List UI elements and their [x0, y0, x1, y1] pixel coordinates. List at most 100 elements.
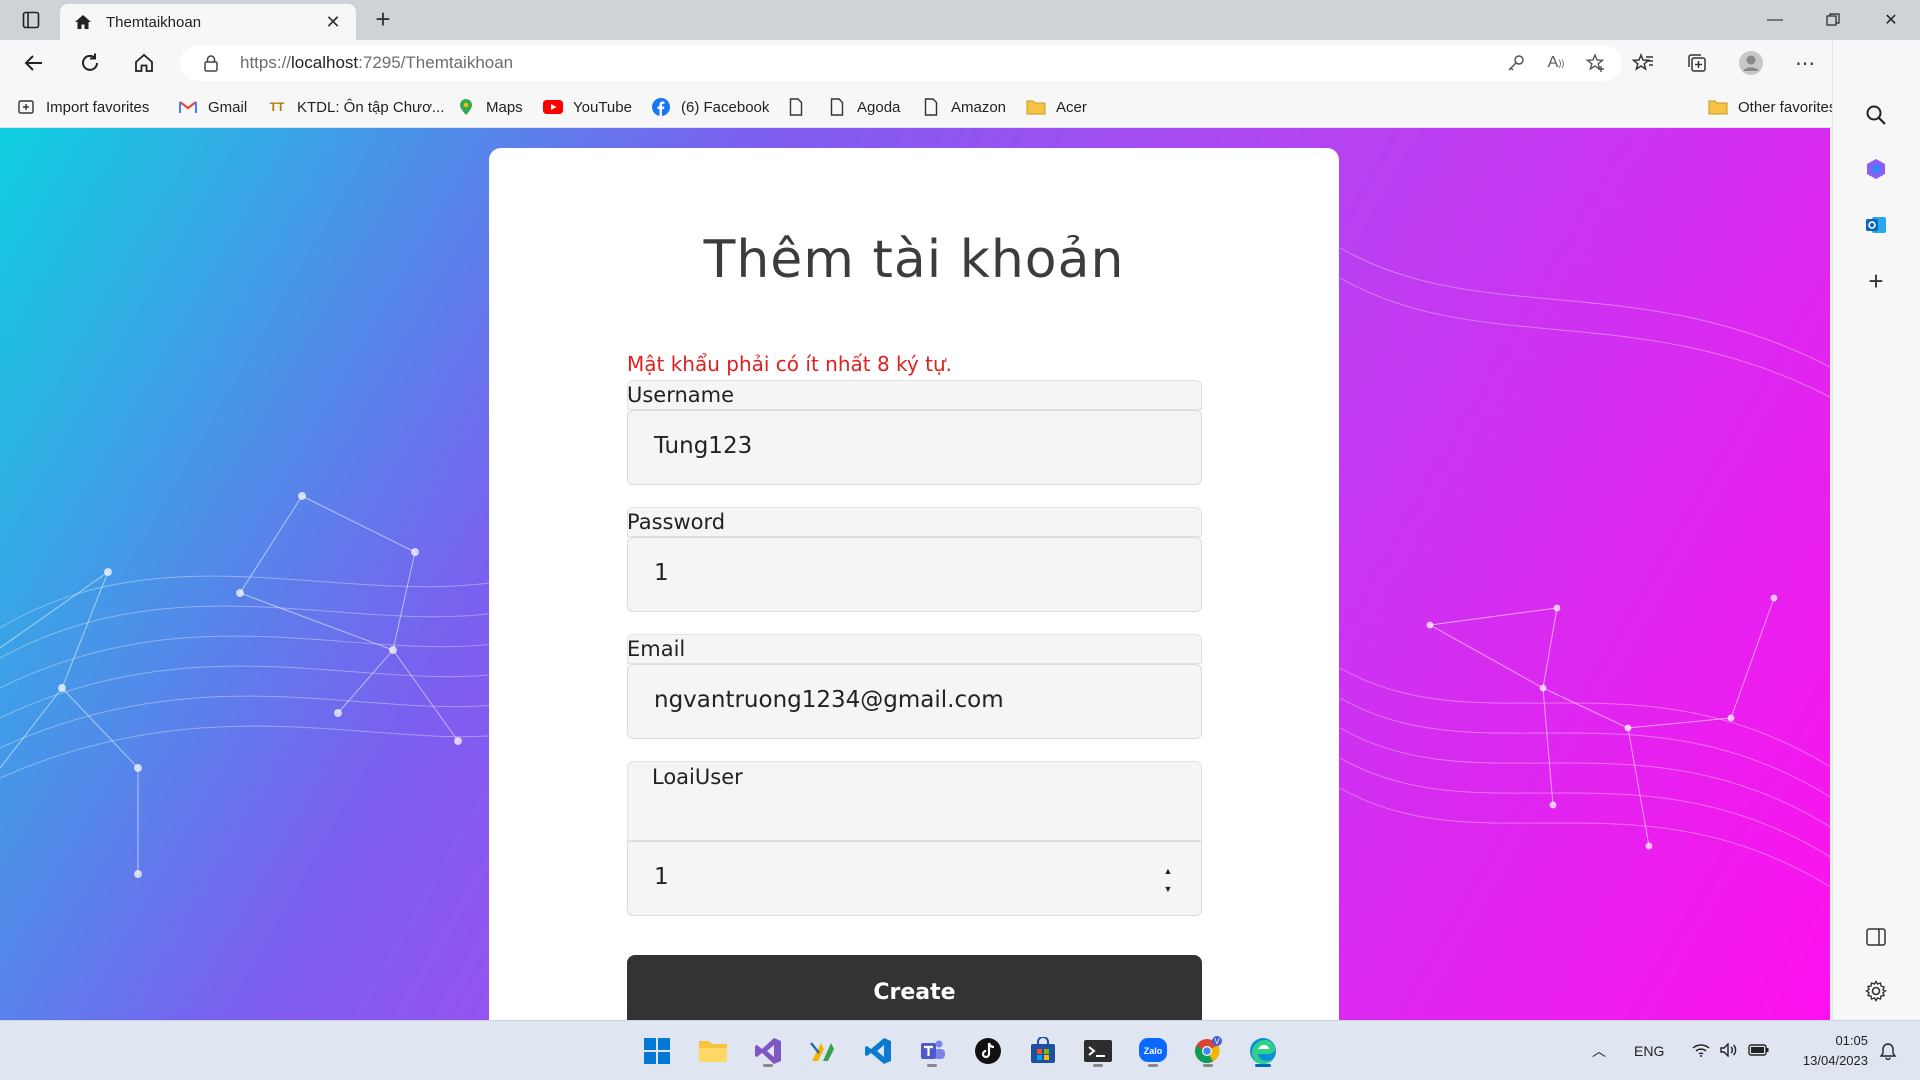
- spin-up-icon[interactable]: ▲: [1164, 866, 1173, 876]
- email-value: ngvantruong1234@gmail.com: [654, 687, 1004, 713]
- clock-date: 13/04/2023: [1802, 1053, 1868, 1068]
- page-title: Thêm tài khoản: [703, 230, 1125, 290]
- home-icon: [72, 11, 94, 33]
- volume-icon[interactable]: [1720, 1041, 1738, 1060]
- hide-sidebar-icon[interactable]: [1861, 922, 1891, 952]
- facebook-icon: [651, 97, 671, 117]
- file-explorer-icon[interactable]: [693, 1031, 733, 1071]
- fav-youtube[interactable]: YouTube: [543, 96, 632, 118]
- address-bar[interactable]: https://localhost:7295/Themtaikhoan A)): [180, 45, 1622, 81]
- email-group: Email ngvantruong1234@gmail.com: [627, 634, 1202, 743]
- edge-icon[interactable]: [1243, 1031, 1283, 1071]
- teams-icon[interactable]: [912, 1031, 952, 1071]
- settings-gear-icon[interactable]: [1861, 976, 1891, 1006]
- profile-avatar-icon[interactable]: [1724, 40, 1778, 86]
- url-text: https://localhost:7295/Themtaikhoan: [240, 53, 514, 72]
- refresh-icon[interactable]: [74, 48, 106, 78]
- tab-title: Themtaikhoan: [106, 13, 202, 31]
- language-indicator[interactable]: ENG: [1634, 1043, 1664, 1059]
- folder-icon: [1026, 97, 1046, 117]
- svg-text:Zalo: Zalo: [1144, 1046, 1163, 1056]
- password-input[interactable]: 1: [627, 537, 1202, 612]
- key-icon[interactable]: [1504, 51, 1528, 75]
- minimize-button[interactable]: —: [1746, 0, 1804, 40]
- fav-gmail[interactable]: Gmail: [178, 96, 247, 118]
- email-label: Email: [627, 637, 686, 661]
- add-favorite-icon[interactable]: [1584, 51, 1608, 75]
- fav-acer-folder[interactable]: Acer: [1026, 96, 1087, 118]
- password-value: 1: [654, 560, 669, 586]
- copilot-icon[interactable]: [1861, 154, 1891, 184]
- terminal-icon[interactable]: [1078, 1031, 1118, 1071]
- site-icon: TT: [269, 100, 285, 114]
- fav-import[interactable]: Import favorites: [16, 96, 149, 118]
- username-group: Username Tung123: [627, 380, 1202, 489]
- system-tray: ︿ ENG: [1592, 1021, 1770, 1080]
- tiktok-icon[interactable]: [968, 1031, 1008, 1071]
- read-aloud-icon[interactable]: A)): [1544, 51, 1568, 75]
- close-tab-icon[interactable]: ✕: [322, 12, 344, 33]
- browser-toolbar: https://localhost:7295/Themtaikhoan A)) …: [0, 40, 1920, 86]
- taskbar-clock[interactable]: 01:05 13/04/2023: [1803, 1031, 1868, 1071]
- back-icon[interactable]: [18, 48, 50, 78]
- outlook-icon[interactable]: [1861, 210, 1891, 240]
- fav-facebook[interactable]: (6) Facebook: [651, 96, 769, 118]
- add-sidebar-app-icon[interactable]: +: [1861, 266, 1891, 296]
- maps-icon: [456, 97, 476, 117]
- loaiuser-group: LoaiUser 1 ▲ ▼: [627, 761, 1202, 933]
- visual-studio-icon[interactable]: [748, 1031, 788, 1071]
- show-hidden-icons-icon[interactable]: ︿: [1592, 1041, 1606, 1061]
- page-icon: [786, 97, 806, 117]
- favorites-icon[interactable]: [1616, 40, 1670, 86]
- wifi-icon[interactable]: [1692, 1043, 1710, 1060]
- page-viewport: Thêm tài khoản Mật khẩu phải có ít nhất …: [0, 128, 1832, 1020]
- sql-icon[interactable]: [803, 1031, 843, 1071]
- browser-tab-active[interactable]: Themtaikhoan ✕: [60, 4, 356, 40]
- loaiuser-value: 1: [654, 864, 669, 890]
- page-icon: [827, 97, 847, 117]
- youtube-icon: [543, 97, 563, 117]
- fav-page-blank[interactable]: [786, 96, 816, 118]
- fav-other-favorites[interactable]: Other favorites: [1708, 96, 1836, 118]
- new-tab-button[interactable]: +: [368, 6, 398, 34]
- email-input[interactable]: ngvantruong1234@gmail.com: [627, 664, 1202, 739]
- notification-bell-icon[interactable]: [1868, 1031, 1908, 1071]
- favorites-bar: Import favorites Gmail TT KTDL: Ôn tập C…: [0, 86, 1920, 128]
- collections-icon[interactable]: [1670, 40, 1724, 86]
- form-card: Thêm tài khoản Mật khẩu phải có ít nhất …: [489, 148, 1339, 1020]
- zalo-icon[interactable]: Zalo: [1133, 1031, 1173, 1071]
- fav-ktdl[interactable]: TT KTDL: Ôn tập Chươ...: [267, 96, 445, 118]
- store-icon[interactable]: [1023, 1031, 1063, 1071]
- chrome-icon[interactable]: V: [1188, 1031, 1228, 1071]
- start-icon[interactable]: [637, 1031, 677, 1071]
- validation-error-message: Mật khẩu phải có ít nhất 8 ký tự.: [627, 352, 952, 376]
- windows-taskbar: Zalo V ︿ ENG 01:05 13/04/2023: [0, 1020, 1920, 1080]
- username-label: Username: [627, 383, 735, 407]
- svg-text:V: V: [1214, 1037, 1220, 1046]
- spin-down-icon[interactable]: ▼: [1164, 884, 1173, 894]
- vscode-icon[interactable]: [858, 1031, 898, 1071]
- gmail-icon: [178, 97, 198, 117]
- home-button-icon[interactable]: [128, 48, 160, 78]
- close-window-button[interactable]: ✕: [1862, 0, 1920, 40]
- create-button[interactable]: Create: [627, 955, 1202, 1020]
- username-input[interactable]: Tung123: [627, 410, 1202, 485]
- battery-icon[interactable]: [1748, 1043, 1770, 1060]
- number-spinner[interactable]: ▲ ▼: [1161, 866, 1175, 894]
- restore-button[interactable]: [1804, 0, 1862, 40]
- import-icon: [16, 97, 36, 117]
- edge-sidebar: +: [1832, 40, 1920, 1020]
- clock-time: 01:05: [1835, 1033, 1868, 1048]
- fav-maps[interactable]: Maps: [456, 96, 523, 118]
- tab-actions-icon[interactable]: [14, 8, 48, 32]
- lock-icon[interactable]: [200, 52, 222, 74]
- loaiuser-number-input[interactable]: 1 ▲ ▼: [627, 841, 1202, 916]
- more-menu-icon[interactable]: ⋯: [1778, 40, 1832, 86]
- password-group: Password 1: [627, 507, 1202, 616]
- fav-amazon[interactable]: Amazon: [921, 96, 1006, 118]
- loaiuser-label: LoaiUser: [652, 765, 743, 789]
- username-value: Tung123: [654, 433, 753, 459]
- fav-agoda[interactable]: Agoda: [827, 96, 900, 118]
- page-icon: [921, 97, 941, 117]
- search-icon[interactable]: [1861, 100, 1891, 130]
